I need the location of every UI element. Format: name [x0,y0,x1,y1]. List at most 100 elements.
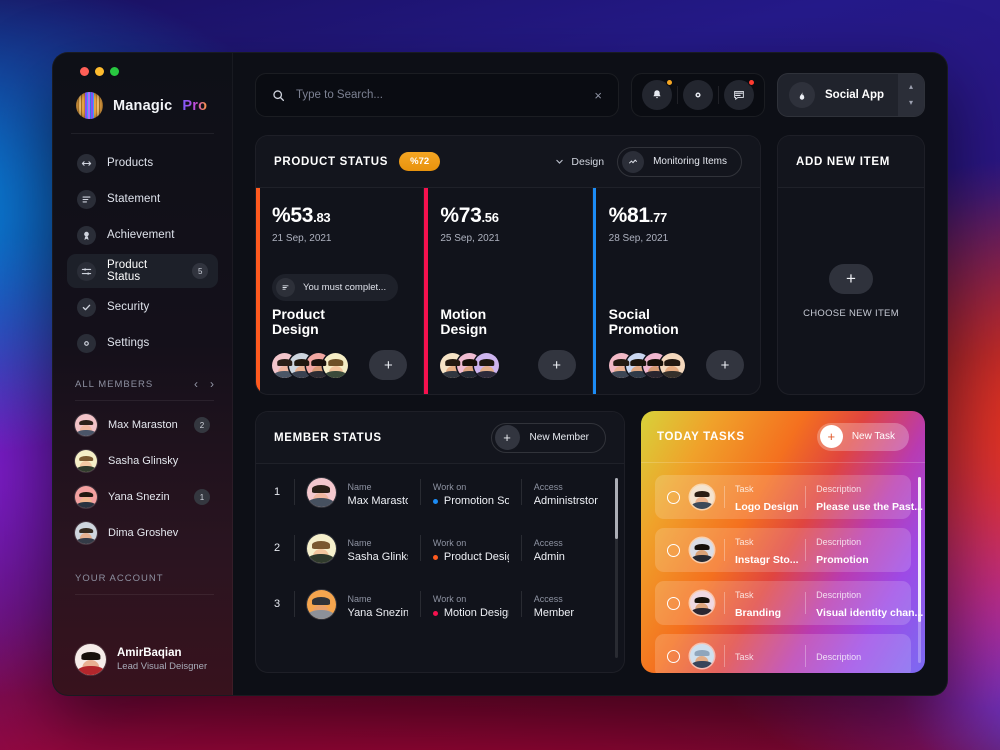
add-member-button[interactable]: + [537,350,576,380]
messages-icon[interactable] [724,79,755,110]
status-footer: + [272,350,408,380]
search-bar[interactable]: × [255,73,619,117]
member-status-title: MEMBER STATUS [274,431,382,444]
sidebar-item-label: Product Status [107,259,148,283]
tasks-scrollbar[interactable] [918,477,921,663]
notification-bell-icon[interactable] [642,79,673,110]
list-item[interactable]: Task Logo Design Description Please use … [655,475,923,519]
app-selector-stepper[interactable]: ▴ ▾ [898,74,924,116]
sidebar-item-badge: 5 [192,263,208,279]
sidebar-item-label: Statement [107,193,161,205]
app-selector-main[interactable]: Social App [778,74,898,116]
sidebar-item-label: Security [107,301,150,313]
product-status-column[interactable]: %53.83 21 Sep, 2021 You must complet... … [256,188,425,394]
achievement-icon [77,225,96,245]
avatar-stack[interactable] [440,352,500,378]
monitoring-items-button[interactable]: Monitoring Items [617,146,742,177]
member-name-value: Max Maraston [347,495,409,507]
list-item[interactable]: Sasha Glinsky [67,443,218,479]
scrollbar-thumb[interactable] [615,478,618,540]
clear-search-icon[interactable]: × [594,89,602,102]
member-access-field: Access Member [534,589,602,619]
sidebar-item-statement[interactable]: Statement [67,182,218,216]
account-card[interactable]: AmirBaqian Lead Visual Deisgner [67,644,218,675]
task-checkbox[interactable] [667,649,680,663]
member-access-field: Access Admin [534,533,602,563]
flame-icon [789,82,815,108]
your-account-section-header: YOUR ACCOUNT [75,573,214,584]
task-value: Instagr Sto... [734,554,799,566]
list-item[interactable]: Yana Snezin 1 [67,479,218,515]
members-next-icon[interactable]: › [210,378,214,390]
product-status-column[interactable]: %81.77 28 Sep, 2021 Social Promotion + [592,188,760,394]
new-task-button[interactable]: + New Task [816,422,909,451]
status-note[interactable]: You must complet... [272,274,399,301]
list-item[interactable]: Task Instagr Sto... Description Promotio… [655,528,911,572]
column-header-access: Access [533,482,563,492]
task-value: Branding [734,607,782,619]
member-name: Dima Groshev [108,527,179,539]
add-member-button[interactable]: + [369,350,408,380]
avatar [75,644,106,675]
sidebar-item-settings[interactable]: Settings [67,326,218,360]
member-list-scrollbar[interactable] [615,478,618,658]
avatar-stack[interactable] [608,352,685,378]
members-prev-icon[interactable]: ‹ [194,378,198,390]
description-value: Promotion [816,554,869,566]
products-icon [77,153,96,173]
task-checkbox[interactable] [667,596,680,610]
row-number: 1 [274,486,281,498]
close-window-button[interactable] [80,67,89,76]
row-divider [724,539,725,561]
status-dot [432,554,438,560]
avatar-stack[interactable] [272,352,348,378]
sidebar-item-security[interactable]: Security [67,290,218,324]
stepper-down-icon[interactable]: ▾ [909,99,913,107]
maximize-window-button[interactable] [110,67,119,76]
list-item[interactable]: Dima Groshev [67,515,218,551]
table-row[interactable]: 2 Name Sasha Glinksky Work on Product De… [256,520,610,576]
brand-name: Managic [113,97,173,114]
status-date: 25 Sep, 2021 [440,233,500,244]
avatar [75,486,97,508]
column-header-description: Description [816,537,862,547]
task-checkbox[interactable] [667,490,680,504]
list-item[interactable]: Task Description [655,634,911,673]
member-name: Max Maraston [108,419,178,431]
account-name: AmirBaqian [117,647,182,659]
avatar [659,352,685,378]
sidebar-item-product-status[interactable]: Product Status 5 [67,254,218,288]
icon-separator [677,86,678,104]
design-filter-label: Design [571,155,605,168]
status-title: Product Design [272,305,325,338]
list-item[interactable]: Max Maraston 2 [67,407,218,443]
table-row[interactable]: 1 Name Max Maraston Work on Promotion So… [256,464,610,520]
stepper-up-icon[interactable]: ▴ [909,83,913,91]
add-member-button[interactable]: + [705,350,744,380]
column-header-task: Task [734,484,754,494]
new-member-button[interactable]: + New Member [490,422,606,453]
member-access-value: Admin [533,551,565,563]
member-badge [194,525,210,541]
column-header-name: Name [347,538,372,548]
status-footer: + [608,350,744,380]
product-status-column[interactable]: %73.56 25 Sep, 2021 Motion Design + [424,188,593,394]
app-selector[interactable]: Social App ▴ ▾ [777,73,925,117]
column-header-access: Access [533,594,563,604]
scrollbar-thumb[interactable] [918,477,921,623]
topbar-icon-group [631,73,765,117]
sidebar-item-achievement[interactable]: Achievement [67,218,218,252]
add-new-item-button[interactable]: + [829,263,873,294]
sidebar-item-products[interactable]: Products [67,146,218,180]
monitoring-icon [622,150,645,173]
page-title: PRODUCT STATUS [274,155,389,168]
design-filter-dropdown[interactable]: Design [555,156,604,168]
brand-logo[interactable]: Managic Pro [67,76,218,119]
settings-gear-icon[interactable] [683,80,713,110]
minimize-window-button[interactable] [95,67,104,76]
task-checkbox[interactable] [667,543,680,557]
status-accent-bar [424,188,428,394]
list-item[interactable]: Task Branding Description Visual identit… [655,581,923,625]
table-row[interactable]: 3 Name Yana Snezin Work on Motion Design [256,576,610,632]
search-input[interactable] [296,89,584,101]
